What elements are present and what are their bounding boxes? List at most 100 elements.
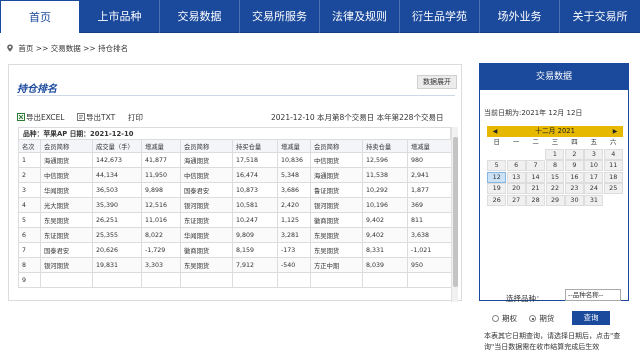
calendar-day[interactable]: 29 xyxy=(545,194,565,206)
calendar-day[interactable]: 11 xyxy=(603,160,623,172)
calendar-day[interactable]: 17 xyxy=(584,171,604,183)
calendar-day[interactable]: 25 xyxy=(603,183,623,195)
breadcrumb-trading-data[interactable]: 交易数据 xyxy=(51,44,81,53)
toolbar: 导出EXCEL 导出TXT 打印 2021-12-10 本月第8个交易日 本年第… xyxy=(17,112,457,124)
calendar-day[interactable]: 14 xyxy=(526,171,546,183)
table-cell: -540 xyxy=(277,257,311,273)
table-cell: 东吴期货 xyxy=(180,257,233,273)
query-button[interactable]: 查询 xyxy=(572,311,610,325)
col-volume-change: 增减量 xyxy=(141,139,181,153)
calendar-day[interactable]: 15 xyxy=(545,171,565,183)
col-long-position: 持买仓量 xyxy=(232,139,278,153)
calendar-day[interactable]: 7 xyxy=(526,160,546,172)
calendar-day[interactable]: 28 xyxy=(526,194,546,206)
calendar-day[interactable]: 13 xyxy=(506,171,526,183)
calendar-day[interactable]: 12 xyxy=(487,171,507,183)
table-cell xyxy=(141,272,181,288)
calendar-day[interactable]: 20 xyxy=(506,183,526,195)
prev-month-icon[interactable]: ◀ xyxy=(489,126,501,137)
calendar-day[interactable]: 21 xyxy=(526,183,546,195)
calendar-day[interactable]: 16 xyxy=(564,171,584,183)
table-cell: 44,134 xyxy=(92,167,142,183)
table-cell: 35,390 xyxy=(92,197,142,213)
variety-select[interactable]: --品种名称-- xyxy=(565,289,621,301)
table-cell: 12,516 xyxy=(141,197,181,213)
table-cell: 7,912 xyxy=(232,257,278,273)
calendar-day[interactable]: 23 xyxy=(564,183,584,195)
table-cell: 海通期货 xyxy=(310,167,363,183)
table-cell: 950 xyxy=(407,257,451,273)
calendar-day[interactable]: 19 xyxy=(487,183,507,195)
location-icon xyxy=(6,44,14,52)
calendar-empty-cell xyxy=(604,195,623,206)
txt-icon xyxy=(77,113,85,121)
export-excel-button[interactable]: 导出EXCEL xyxy=(17,112,65,123)
nav-laws-rules[interactable]: 法律及规则 xyxy=(320,0,400,33)
col-short-change: 增减量 xyxy=(407,139,451,153)
table-cell: 3,686 xyxy=(277,182,311,198)
calendar-day[interactable]: 4 xyxy=(603,148,623,160)
calendar-day[interactable]: 1 xyxy=(545,148,565,160)
table-cell: 8,022 xyxy=(141,227,181,243)
table-cell: 7 xyxy=(18,242,41,258)
table-cell: 鲁证期货 xyxy=(310,182,363,198)
calendar-weekday: 二 xyxy=(532,138,539,147)
query-note: 本表其它日期查询，请选择日期后，点击"查询"当日数据需在收市结算完成后生效 xyxy=(484,332,621,351)
table-cell: 中信期货 xyxy=(310,152,363,168)
expand-data-button[interactable]: 数据展开 xyxy=(417,75,457,89)
calendar-weekday: 三 xyxy=(551,138,559,147)
print-button[interactable]: 打印 xyxy=(128,112,143,123)
futures-radio[interactable]: 期货 xyxy=(529,314,554,323)
nav-listed-products[interactable]: 上市品种 xyxy=(80,0,160,33)
calendar-day[interactable]: 26 xyxy=(487,194,507,206)
calendar-day[interactable]: 9 xyxy=(564,160,584,172)
calendar-weekday: 日 xyxy=(493,138,500,147)
calendar-week: 26 27 28 29 30 31 xyxy=(487,194,623,207)
export-excel-label: 导出EXCEL xyxy=(26,113,65,122)
table-cell: 徽商期货 xyxy=(310,212,363,228)
table-cell: 12,596 xyxy=(362,152,408,168)
table-scrollbar[interactable] xyxy=(451,127,458,302)
calendar-day[interactable]: 6 xyxy=(506,160,526,172)
table-cell xyxy=(232,272,278,288)
calendar-week: 1234 xyxy=(487,148,623,161)
table-cell: 25,355 xyxy=(92,227,142,243)
calendar-day[interactable]: 27 xyxy=(506,194,526,206)
calendar-day[interactable]: 5 xyxy=(487,160,507,172)
calendar-day[interactable]: 22 xyxy=(545,183,565,195)
calendar-day[interactable]: 18 xyxy=(603,171,623,183)
breadcrumb-home[interactable]: 首页 xyxy=(18,44,33,53)
nav-exchange-services[interactable]: 交易所服务 xyxy=(240,0,320,33)
calendar-weekday: 四 xyxy=(571,138,578,147)
nav-derivatives-academy[interactable]: 衍生品学苑 xyxy=(400,0,480,33)
export-txt-button[interactable]: 导出TXT xyxy=(77,112,115,123)
calendar-day[interactable]: 30 xyxy=(565,194,584,206)
calendar-header: ◀ 十二月 2021 ▶ xyxy=(487,126,623,137)
title-divider xyxy=(17,95,455,96)
nav-trading-data[interactable]: 交易数据 xyxy=(160,0,240,33)
breadcrumb-current: 持仓排名 xyxy=(98,44,129,53)
breadcrumb-sep: >> xyxy=(35,44,49,53)
table-cell: -173 xyxy=(277,242,311,258)
calendar-day[interactable]: 3 xyxy=(584,148,604,160)
next-month-icon[interactable]: ▶ xyxy=(609,126,621,137)
option-radio[interactable]: 期权 xyxy=(492,314,517,323)
nav-home[interactable]: 首页 xyxy=(0,0,80,33)
calendar-day[interactable]: 8 xyxy=(545,160,565,172)
calendar-day[interactable]: 31 xyxy=(584,194,604,206)
calendar-week: 5 6 7 8 9 10 11 xyxy=(487,160,623,172)
table-cell: 东证期货 xyxy=(40,227,93,243)
calendar-day[interactable]: 24 xyxy=(584,183,604,195)
table-row: 9 xyxy=(18,272,451,288)
col-short-position: 持卖仓量 xyxy=(362,139,408,153)
table-row: 3 华闻期货 36,503 9,898 国泰君安 10,873 3,686 鲁证期货 10,29… xyxy=(18,182,451,198)
nav-about[interactable]: 关于交易所 xyxy=(560,0,640,33)
table-cell: 10,873 xyxy=(232,182,278,198)
calendar-day[interactable]: 2 xyxy=(564,148,584,160)
calendar-day[interactable]: 10 xyxy=(584,160,604,172)
nav-otc-business[interactable]: 场外业务 xyxy=(480,0,560,33)
table-row: 8 银河期货 19,831 3,303 东吴期货 7,912 -540 方正中期 8,039 95… xyxy=(18,257,451,273)
table-cell: 41,877 xyxy=(141,152,181,168)
table-cell xyxy=(310,272,363,288)
scrollbar-thumb[interactable] xyxy=(453,137,458,287)
